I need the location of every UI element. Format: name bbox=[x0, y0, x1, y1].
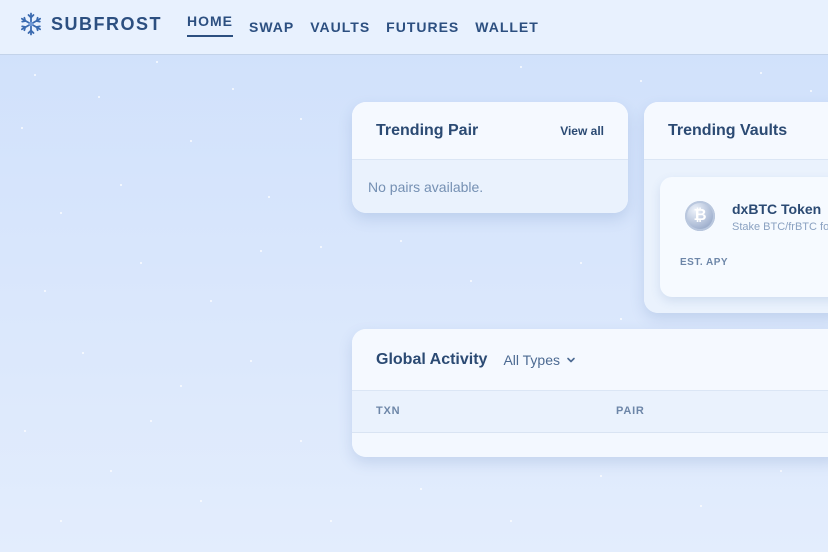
trending-pair-title: Trending Pair bbox=[376, 121, 479, 139]
column-header-txn: TXN bbox=[376, 405, 401, 417]
trending-vaults-title: Trending Vaults bbox=[668, 121, 788, 139]
chevron-down-icon bbox=[567, 357, 575, 362]
main-nav: HOME SWAP VAULTS FUTURES WALLET bbox=[187, 0, 555, 54]
vault-name: dxBTC Token bbox=[732, 201, 822, 217]
nav-wallet[interactable]: WALLET bbox=[475, 0, 539, 54]
trending-vaults-header: Trending Vaults bbox=[644, 102, 828, 160]
vault-item-dxbtc[interactable]: ₿ dxBTC Token Stake BTC/frBTC fo EST. AP… bbox=[660, 177, 828, 297]
type-filter-dropdown[interactable]: All Types bbox=[503, 352, 576, 368]
trending-pair-header: Trending Pair View all bbox=[352, 102, 628, 160]
empty-pairs-message: No pairs available. bbox=[352, 160, 628, 213]
global-activity-header: Global Activity All Types bbox=[352, 329, 828, 391]
snowflake-icon bbox=[21, 12, 42, 36]
trending-vaults-card: Trending Vaults ₿ dxBTC Token Stake BTC/… bbox=[644, 102, 828, 313]
activity-table-body bbox=[352, 433, 828, 457]
view-all-link[interactable]: View all bbox=[560, 124, 604, 138]
global-activity-card: Global Activity All Types TXN PAIR bbox=[352, 329, 828, 457]
vault-description: Stake BTC/frBTC fo bbox=[732, 221, 828, 233]
nav-home[interactable]: HOME bbox=[187, 0, 233, 54]
global-activity-title: Global Activity bbox=[376, 350, 488, 368]
type-filter-label: All Types bbox=[503, 351, 560, 368]
nav-futures[interactable]: FUTURES bbox=[386, 0, 459, 54]
nav-vaults[interactable]: VAULTS bbox=[310, 0, 370, 54]
brand-logo[interactable]: SUBFROST bbox=[19, 12, 162, 36]
bitcoin-icon: ₿ bbox=[685, 201, 715, 231]
nav-swap[interactable]: SWAP bbox=[249, 0, 294, 54]
activity-table-header: TXN PAIR bbox=[352, 391, 828, 433]
top-navbar: SUBFROST HOME SWAP VAULTS FUTURES WALLET bbox=[0, 0, 828, 55]
brand-name: SUBFROST bbox=[51, 13, 162, 34]
trending-vaults-body: ₿ dxBTC Token Stake BTC/frBTC fo EST. AP… bbox=[644, 160, 828, 313]
est-apy-label: EST. APY bbox=[680, 257, 729, 268]
column-header-pair: PAIR bbox=[616, 405, 645, 417]
trending-pair-card: Trending Pair View all No pairs availabl… bbox=[352, 102, 628, 213]
